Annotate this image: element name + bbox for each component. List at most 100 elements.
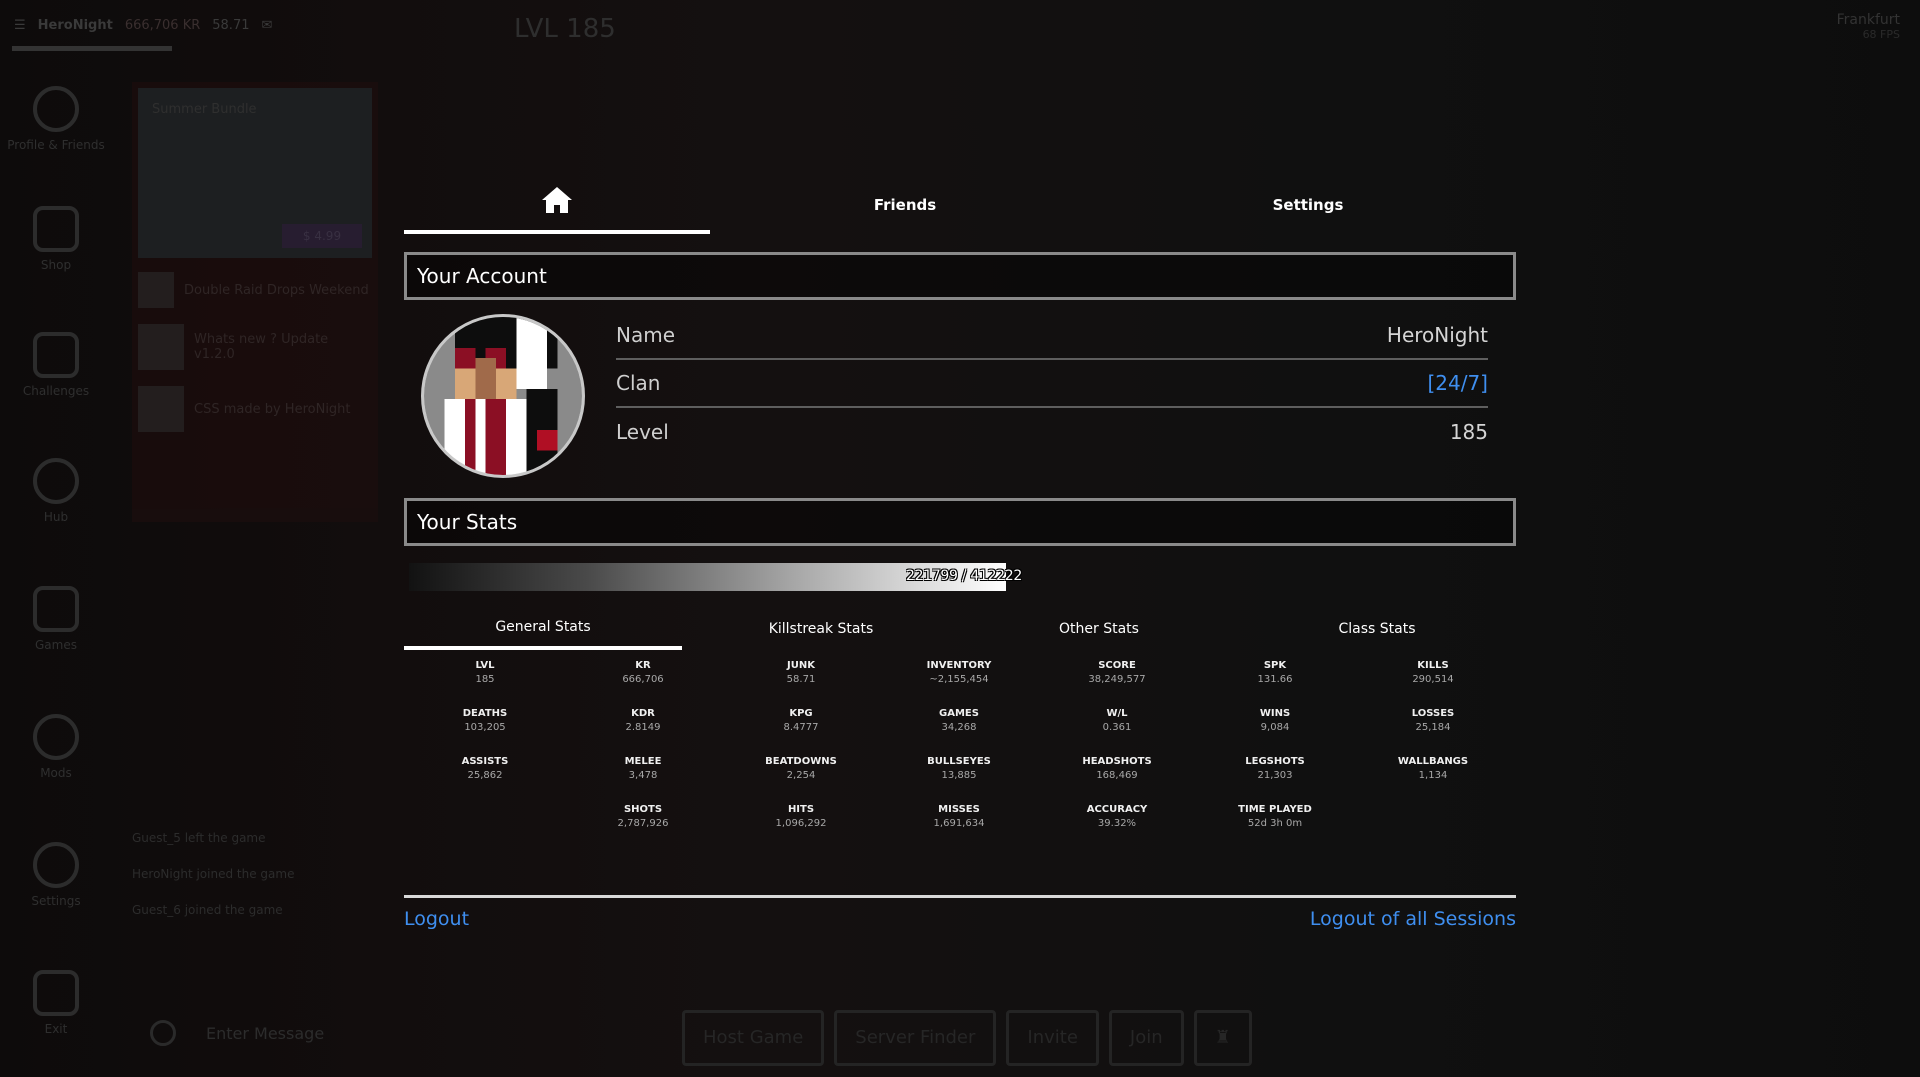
stat-cell: DEATHS 103,205 xyxy=(425,708,545,733)
stat-key: SCORE xyxy=(1098,660,1136,671)
news-item[interactable]: Whats new ? Update v1.2.0 xyxy=(132,316,378,378)
stat-cell: LOSSES 25,184 xyxy=(1373,708,1493,733)
logout-all-sessions-link[interactable]: Logout of all Sessions xyxy=(1310,908,1516,930)
name-value: HeroNight xyxy=(1386,323,1488,347)
rail-exit[interactable]: Exit xyxy=(0,970,112,1036)
chat-input[interactable]: Enter Message xyxy=(206,1024,324,1043)
stat-cell: GAMES 34,268 xyxy=(899,708,1019,733)
stat-key: KPG xyxy=(789,708,813,719)
chat-globe-icon[interactable] xyxy=(150,1020,176,1046)
stat-key: BEATDOWNS xyxy=(765,756,837,767)
stats-tabs: General Stats Killstreak Stats Other Sta… xyxy=(404,608,1516,650)
rail-settings[interactable]: Settings xyxy=(0,842,112,908)
stat-value: 185 xyxy=(475,674,495,685)
stats-heading: Your Stats xyxy=(404,498,1516,546)
tab-friends[interactable]: Friends xyxy=(710,176,1100,234)
menu-icon[interactable]: ☰ xyxy=(14,18,26,33)
stat-key: WINS xyxy=(1259,708,1291,719)
tab-home[interactable] xyxy=(404,176,710,234)
stat-value: 0.361 xyxy=(1102,722,1132,733)
rail-games[interactable]: Games xyxy=(0,586,112,652)
tab-general-stats[interactable]: General Stats xyxy=(404,608,682,650)
stat-value: 290,514 xyxy=(1412,674,1454,685)
rail-profile[interactable]: Profile & Friends xyxy=(0,86,112,152)
home-icon xyxy=(542,187,572,213)
stat-key: MELEE xyxy=(624,756,662,767)
stat-key: LVL xyxy=(475,660,495,671)
stat-cell: HITS 1,096,292 xyxy=(741,804,861,829)
rail-challenges[interactable]: Challenges xyxy=(0,332,112,398)
stat-cell: SCORE 38,249,577 xyxy=(1057,660,1177,685)
news-thumbnail xyxy=(138,272,174,308)
stat-cell: JUNK 58.71 xyxy=(741,660,861,685)
chat-message: Guest_6 joined the game xyxy=(132,903,283,917)
rail-hub[interactable]: Hub xyxy=(0,458,112,524)
stat-value: 3,478 xyxy=(628,770,658,781)
join-button[interactable]: Join xyxy=(1108,1010,1184,1066)
rail-shop[interactable]: Shop xyxy=(0,206,112,272)
logout-link[interactable]: Logout xyxy=(404,908,469,930)
host-game-button[interactable]: Host Game xyxy=(682,1010,825,1066)
badge-icon[interactable]: ♜ xyxy=(1193,1010,1252,1066)
stat-value: 13,885 xyxy=(941,770,977,781)
username[interactable]: HeroNight xyxy=(38,18,113,33)
stat-cell: WALLBANGS 1,134 xyxy=(1373,756,1493,781)
logout-row: Logout Logout of all Sessions xyxy=(404,908,1516,948)
region-info[interactable]: Frankfurt 68 FPS xyxy=(1837,12,1900,41)
stat-key: LOSSES xyxy=(1411,708,1455,719)
tab-settings[interactable]: Settings xyxy=(1100,176,1516,234)
panel-tabs: Friends Settings xyxy=(404,176,1516,234)
stat-key: ACCURACY xyxy=(1086,804,1148,815)
stat-key: KILLS xyxy=(1417,660,1449,671)
featured-price: $ 4.99 xyxy=(282,224,362,248)
stat-key: SHOTS xyxy=(623,804,663,815)
news-item[interactable]: Double Raid Drops Weekend xyxy=(132,264,378,316)
flag-icon xyxy=(33,332,79,378)
stat-value: 1,134 xyxy=(1418,770,1448,781)
stat-value: 39.32% xyxy=(1097,818,1137,829)
stat-value: 168,469 xyxy=(1096,770,1138,781)
stat-cell: ASSISTS 25,862 xyxy=(425,756,545,781)
stat-value: 9,084 xyxy=(1260,722,1290,733)
palette-icon xyxy=(33,714,79,760)
stat-value: 103,205 xyxy=(464,722,506,733)
stat-value: 21,303 xyxy=(1257,770,1293,781)
stat-key: LEGSHOTS xyxy=(1245,756,1305,767)
tab-other-stats[interactable]: Other Stats xyxy=(960,608,1238,650)
stat-value: 2.8149 xyxy=(625,722,661,733)
stat-cell: INVENTORY ~2,155,454 xyxy=(899,660,1019,685)
stat-value: 58.71 xyxy=(786,674,816,685)
stat-cell: SPK 131.66 xyxy=(1215,660,1335,685)
level-row: Level 185 xyxy=(616,408,1488,456)
stat-key: KR xyxy=(635,660,651,671)
invite-button[interactable]: Invite xyxy=(1006,1010,1099,1066)
stat-cell: KR 666,706 xyxy=(583,660,703,685)
stat-cell: LVL 185 xyxy=(425,660,545,685)
stat-cell: SHOTS 2,787,926 xyxy=(583,804,703,829)
exit-icon xyxy=(33,970,79,1016)
avatar-image xyxy=(424,317,582,475)
featured-news[interactable]: Summer Bundle $ 4.99 xyxy=(138,88,372,258)
tab-killstreak-stats[interactable]: Killstreak Stats xyxy=(682,608,960,650)
level-label: LVL 185 xyxy=(514,14,616,44)
globe-icon xyxy=(33,458,79,504)
stat-cell: KPG 8.4777 xyxy=(741,708,861,733)
news-item[interactable]: CSS made by HeroNight xyxy=(132,378,378,440)
stat-key: HITS xyxy=(787,804,815,815)
rail-mods[interactable]: Mods xyxy=(0,714,112,780)
chat-input-row: Enter Message xyxy=(150,1020,324,1046)
stat-value: 52d 3h 0m xyxy=(1247,818,1303,829)
stat-value: 131.66 xyxy=(1257,674,1293,685)
stat-cell: MISSES 1,691,634 xyxy=(899,804,1019,829)
clan-link[interactable]: [24/7] xyxy=(1427,371,1488,395)
mail-icon[interactable]: ✉ xyxy=(261,18,272,33)
xp-progress-text: 221799 / 412222 xyxy=(906,568,1023,584)
stat-cell: WINS 9,084 xyxy=(1215,708,1335,733)
avatar[interactable] xyxy=(421,314,585,478)
stat-cell: KILLS 290,514 xyxy=(1373,660,1493,685)
server-finder-button[interactable]: Server Finder xyxy=(834,1010,997,1066)
news-thumbnail xyxy=(138,324,184,370)
tab-class-stats[interactable]: Class Stats xyxy=(1238,608,1516,650)
stat-value: ~2,155,454 xyxy=(929,674,989,685)
stat-cell: W/L 0.361 xyxy=(1057,708,1177,733)
